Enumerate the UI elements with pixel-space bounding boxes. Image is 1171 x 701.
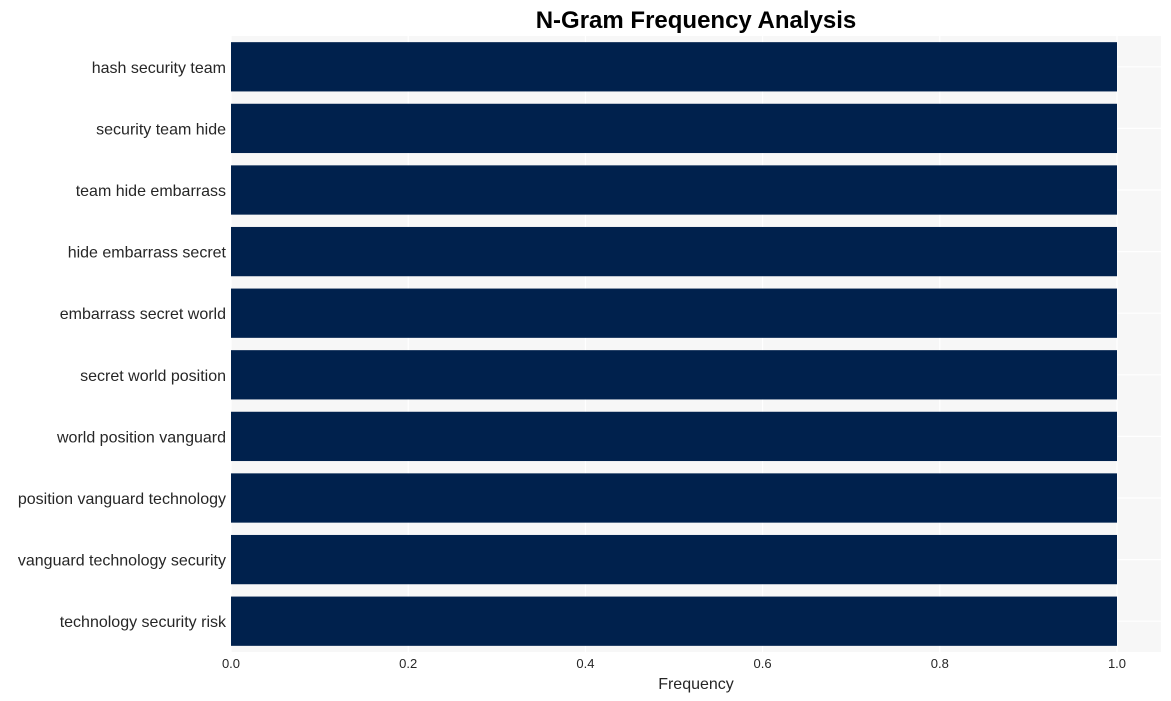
y-tick-label: secret world position	[80, 368, 226, 385]
y-tick-label: team hide embarrass	[76, 183, 226, 200]
x-tick-label: 1.0	[1108, 656, 1126, 671]
bar	[231, 411, 1117, 462]
y-tick-label: world position vanguard	[56, 429, 226, 446]
y-tick-label: security team hide	[96, 121, 226, 138]
bar	[231, 596, 1117, 646]
x-tick-label: 0.8	[931, 656, 949, 671]
x-tick-label: 0.4	[576, 656, 594, 671]
y-tick-label: hash security team	[92, 60, 226, 77]
y-tick-label: position vanguard technology	[18, 491, 226, 508]
y-tick-label: hide embarrass secret	[68, 245, 227, 262]
chart-title: N-Gram Frequency Analysis	[536, 7, 857, 34]
chart: hash security team security team hide team…	[18, 7, 1161, 693]
bar	[231, 165, 1117, 215]
bar	[231, 288, 1117, 338]
y-tick-label: embarrass secret world	[60, 306, 226, 323]
bar	[231, 350, 1117, 400]
y-tick-label: vanguard technology security	[18, 553, 226, 570]
bar	[231, 103, 1117, 154]
x-axis-label: Frequency	[658, 676, 734, 693]
bar	[231, 534, 1117, 585]
x-tick-labels: 0.0 0.2 0.4 0.6 0.8 1.0	[222, 656, 1126, 671]
x-tick-label: 0.2	[399, 656, 417, 671]
bar	[231, 42, 1117, 92]
y-tick-labels: hash security team security team hide team…	[18, 60, 227, 631]
bar	[231, 473, 1117, 523]
bar	[231, 226, 1117, 277]
x-tick-label: 0.6	[754, 656, 772, 671]
x-tick-label: 0.0	[222, 656, 240, 671]
y-tick-label: technology security risk	[60, 614, 227, 631]
